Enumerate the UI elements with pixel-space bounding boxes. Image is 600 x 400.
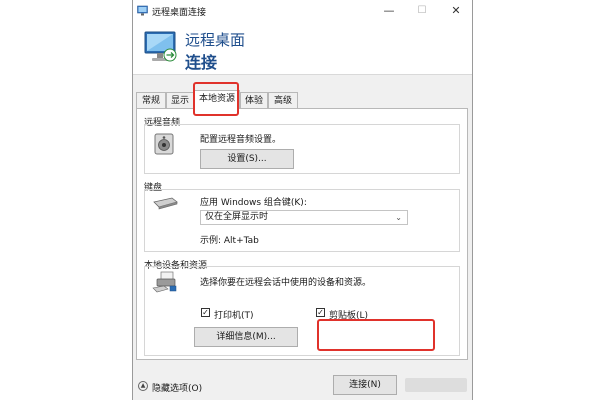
header-title-line2: 连接 (185, 53, 218, 72)
tab-local-resources[interactable]: 本地资源 (194, 90, 240, 109)
audio-description: 配置远程音频设置。 (200, 135, 282, 145)
maximize-button[interactable]: ☐ (411, 3, 433, 19)
devices-description: 选择你要在远程会话中使用的设备和资源。 (200, 278, 372, 288)
audio-group (144, 124, 460, 174)
close-button[interactable]: ✕ (445, 3, 467, 19)
speaker-icon (154, 133, 174, 155)
tab-experience[interactable]: 体验 (240, 92, 268, 108)
chevron-down-icon: ⌄ (395, 213, 402, 222)
apply-keys-selected: 仅在全屏显示时 (205, 212, 269, 222)
tab-advanced[interactable]: 高级 (268, 92, 298, 108)
title-bar: 远程桌面连接 — ☐ ✕ (133, 0, 472, 22)
clipboard-label: 剪贴板(L) (329, 311, 369, 321)
apply-keys-dropdown[interactable]: 仅在全屏显示时 ⌄ (200, 210, 408, 225)
tab-display[interactable]: 显示 (166, 92, 194, 108)
minimize-button[interactable]: — (378, 3, 400, 19)
devices-icon (152, 271, 177, 293)
printer-label: 打印机(T) (214, 311, 254, 321)
remote-desktop-window: 远程桌面连接 — ☐ ✕ 远程桌面 连接 常规 显示 本地资源 体验 高级 远程… (132, 0, 473, 400)
keyboard-example-text: 示例: Alt+Tab (200, 236, 259, 246)
local-resources-panel: 远程音频 配置远程音频设置。 设置(S)... 键盘 应用 Windows 组合… (136, 108, 468, 360)
remote-desktop-monitor-icon (144, 31, 177, 62)
app-icon (137, 5, 148, 16)
printer-checkbox[interactable]: ✓ (201, 308, 210, 317)
apply-keys-label: 应用 Windows 组合键(K): (200, 198, 307, 208)
hide-options-link[interactable]: 隐藏选项(O) (152, 381, 202, 394)
audio-settings-button[interactable]: 设置(S)... (200, 149, 294, 169)
chevron-up-icon[interactable]: ▲ (138, 381, 148, 391)
tab-general[interactable]: 常规 (136, 92, 166, 108)
window-title: 远程桌面连接 (152, 8, 207, 18)
clipboard-checkbox[interactable]: ✓ (316, 308, 325, 317)
header-banner: 远程桌面 连接 (133, 22, 472, 75)
header-title-line1: 远程桌面 (185, 31, 246, 49)
connect-button[interactable]: 连接(N) (333, 375, 397, 395)
details-button[interactable]: 详细信息(M)... (194, 327, 298, 347)
watermark (405, 378, 467, 392)
keyboard-icon (153, 197, 178, 210)
